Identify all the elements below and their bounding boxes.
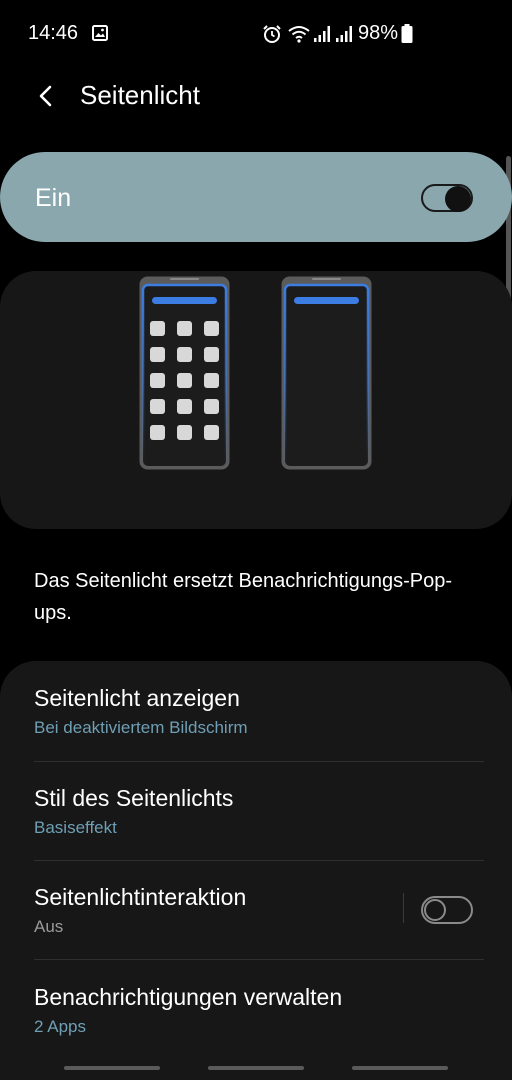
setting-title: Seitenlichtinteraktion	[34, 884, 247, 910]
setting-manage-notifications[interactable]: Benachrichtigungen verwalten 2 Apps	[0, 960, 512, 1059]
nav-recents-button[interactable]	[64, 1066, 160, 1070]
nav-home-button[interactable]	[208, 1066, 304, 1070]
status-time: 14:46	[28, 22, 79, 44]
setting-title: Seitenlicht anzeigen	[34, 685, 240, 711]
toggle-knob	[424, 899, 446, 921]
image-icon	[92, 25, 108, 46]
vertical-divider	[403, 893, 404, 923]
setting-subtitle: Basiseffekt	[34, 818, 117, 837]
battery-percent: 98%	[358, 22, 399, 44]
setting-title: Benachrichtigungen verwalten	[34, 984, 343, 1010]
setting-subtitle: Bei deaktiviertem Bildschirm	[34, 718, 248, 737]
toggle-knob	[445, 186, 471, 212]
signal-icon	[335, 25, 353, 48]
back-arrow-icon	[36, 84, 56, 113]
navigation-bar	[0, 1066, 512, 1072]
status-bar: 14:46 98%	[0, 0, 512, 66]
setting-show-edge-lighting[interactable]: Seitenlicht anzeigen Bei deaktiviertem B…	[0, 662, 512, 761]
alarm-icon	[262, 24, 282, 49]
page-title: Seitenlicht	[80, 80, 200, 110]
setting-subtitle: Aus	[34, 917, 64, 936]
setting-title: Stil des Seitenlichts	[34, 785, 234, 811]
master-switch-label: Ein	[35, 184, 72, 212]
master-toggle-switch[interactable]	[421, 184, 473, 212]
signal-icon	[313, 25, 331, 48]
back-button[interactable]	[26, 78, 66, 118]
setting-edge-lighting-style[interactable]: Stil des Seitenlichts Basiseffekt	[0, 762, 512, 861]
interaction-toggle-switch[interactable]	[421, 896, 473, 924]
setting-subtitle: 2 Apps	[34, 1017, 86, 1036]
phone-preview-apps	[139, 276, 230, 470]
wifi-icon	[288, 25, 310, 48]
nav-back-button[interactable]	[352, 1066, 448, 1070]
battery-icon	[401, 24, 413, 49]
preview-illustration	[0, 271, 512, 529]
phone-preview-screen-off	[281, 276, 372, 470]
feature-description: Das Seitenlicht ersetzt Benachrichtigung…	[34, 570, 452, 624]
